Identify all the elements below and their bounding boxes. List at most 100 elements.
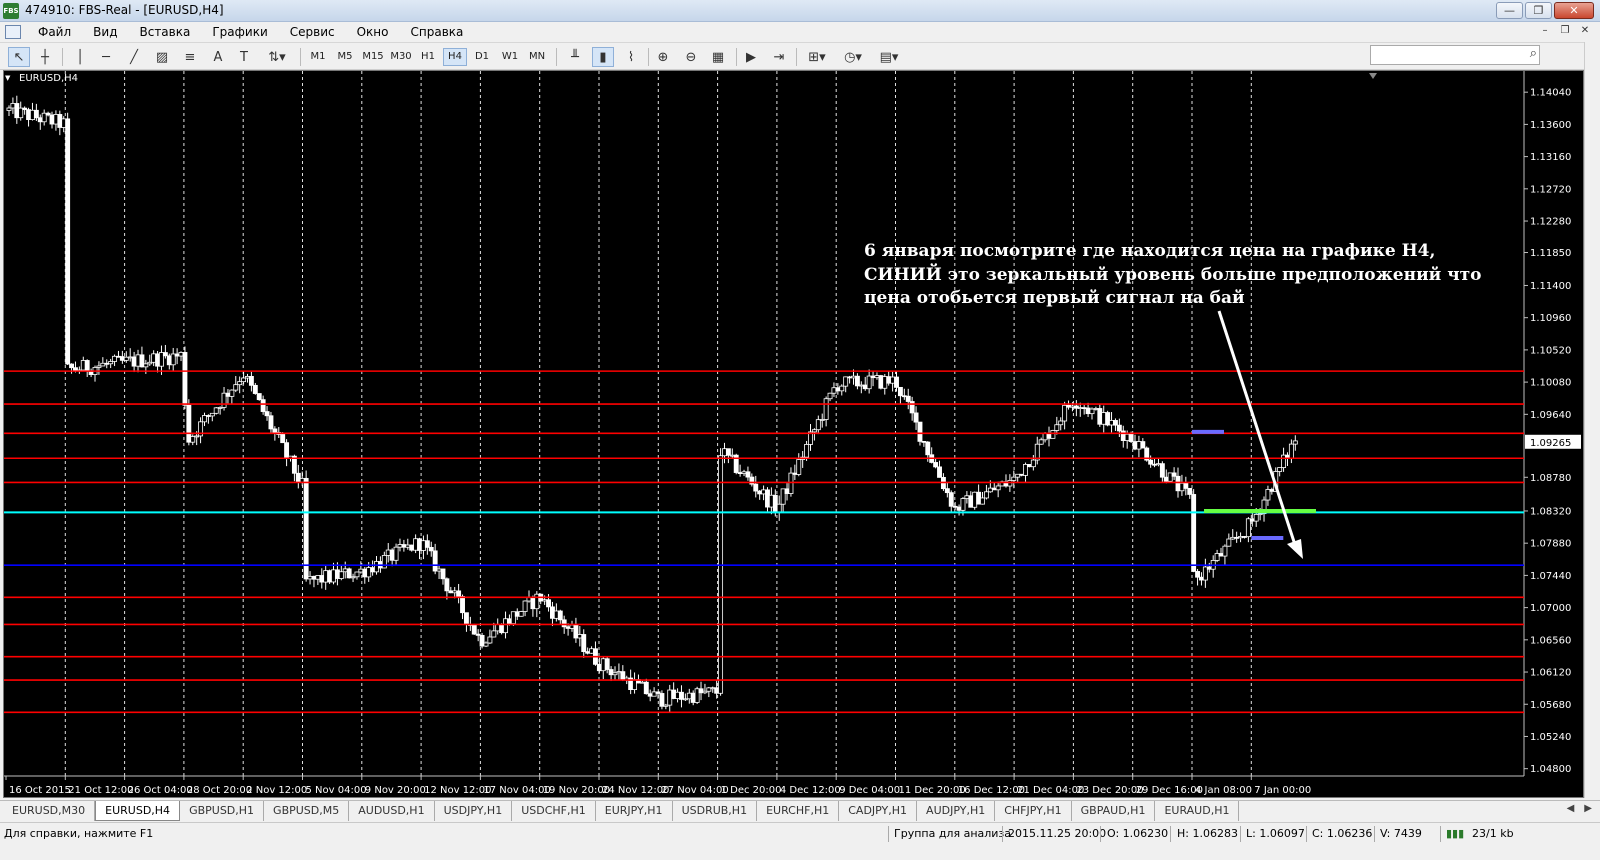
candle — [745, 471, 751, 478]
timeframe-m15[interactable]: M15 — [360, 48, 386, 66]
search-icon[interactable]: ⌕ — [1530, 46, 1537, 61]
price-tick-label: 1.08780 — [1530, 473, 1571, 484]
candle — [499, 624, 505, 634]
timeframe-m1[interactable]: M1 — [306, 48, 330, 66]
line-chart-icon[interactable]: ⌇ — [620, 47, 642, 67]
horizontal-line-icon[interactable]: ─ — [96, 47, 116, 67]
menu-insert[interactable]: Вставка — [128, 22, 201, 42]
traffic-icon: ▮▮▮ — [1446, 827, 1465, 840]
tab-scroll-left-icon[interactable]: ◀ — [1567, 803, 1575, 814]
channel-icon[interactable]: ▨ — [152, 47, 172, 67]
candle — [53, 114, 59, 125]
candle — [643, 681, 649, 695]
mdi-minimize-button[interactable]: – — [1538, 25, 1552, 38]
menu-tools[interactable]: Сервис — [279, 22, 346, 42]
tab-usdrub-h1[interactable]: USDRUB,H1 — [673, 801, 758, 821]
candle — [921, 440, 927, 443]
candle — [960, 498, 966, 511]
close-button[interactable]: ✕ — [1554, 2, 1594, 19]
timeframe-w1[interactable]: W1 — [498, 48, 522, 66]
tab-euraud-h1[interactable]: EURAUD,H1 — [1155, 801, 1240, 821]
vertical-line-icon[interactable]: │ — [70, 47, 90, 67]
candle — [1281, 454, 1287, 468]
tab-gbpusd-h1[interactable]: GBPUSD,H1 — [180, 801, 265, 821]
candle — [725, 448, 731, 456]
text-label-icon[interactable]: T — [234, 47, 254, 67]
menu-view[interactable]: Вид — [82, 22, 128, 42]
toolbar: ↖ ┼ │ ─ ╱ ▨ ≡ A T ⇅▾ M1 M5 M15 M30 H1 H4… — [0, 42, 1600, 70]
time-tick-label: 21 Dec 04:00 — [1017, 785, 1084, 796]
menu-help[interactable]: Справка — [400, 22, 475, 42]
candle — [972, 491, 978, 508]
timeframe-m30[interactable]: M30 — [388, 48, 414, 66]
bar-chart-icon[interactable]: ╨ — [564, 47, 586, 67]
tab-scroll-right-icon[interactable]: ▶ — [1584, 803, 1592, 814]
templates-icon[interactable]: ▤▾ — [874, 47, 904, 67]
price-tick-label: 1.10960 — [1530, 313, 1571, 324]
tile-icon[interactable]: ▦ — [707, 47, 729, 67]
menu-file[interactable]: Файл — [27, 22, 82, 42]
tab-cadjpy-h1[interactable]: CADJPY,H1 — [839, 801, 918, 821]
zoom-out-icon[interactable]: ⊖ — [680, 47, 702, 67]
tab-audusd-h1[interactable]: AUDUSD,H1 — [349, 801, 435, 821]
menu-window[interactable]: Окно — [346, 22, 400, 42]
tab-eurchf-h1[interactable]: EURCHF,H1 — [757, 801, 840, 821]
tab-eurusd-m30[interactable]: EURUSD,M30 — [3, 801, 96, 821]
candle — [702, 690, 708, 694]
candle — [1109, 420, 1114, 426]
tab-gbpusd-m5[interactable]: GBPUSD,M5 — [264, 801, 350, 821]
candle — [475, 633, 481, 636]
status-profile[interactable]: Группа для анализа — [894, 826, 1011, 842]
fibonacci-icon[interactable]: ≡ — [180, 47, 200, 67]
candle — [241, 377, 247, 383]
candle — [456, 590, 462, 597]
tab-eurjpy-h1[interactable]: EURJPY,H1 — [596, 801, 673, 821]
chart-shift-icon[interactable]: ⇥ — [768, 47, 790, 67]
tab-usdjpy-h1[interactable]: USDJPY,H1 — [435, 801, 513, 821]
timeframe-h4[interactable]: H4 — [443, 48, 467, 66]
maximize-button[interactable]: ❐ — [1525, 2, 1552, 19]
timeframe-mn[interactable]: MN — [525, 48, 549, 66]
tab-eurusd-h4[interactable]: EURUSD,H4 — [95, 801, 181, 821]
candle — [894, 376, 899, 388]
mdi-close-button[interactable]: ✕ — [1578, 25, 1592, 38]
tab-usdchf-h1[interactable]: USDCHF,H1 — [512, 801, 596, 821]
candle — [61, 118, 67, 128]
candles-icon[interactable]: ▮ — [592, 47, 614, 67]
chart-window[interactable]: 1.14040 1.13600 1.13160 1.12720 1.12280 1.118… — [3, 70, 1584, 798]
vertical-scrollbar[interactable] — [1584, 42, 1600, 798]
candle — [905, 395, 911, 402]
cursor-icon[interactable]: ↖ — [8, 47, 30, 67]
indicators-icon[interactable]: ⊞▾ — [802, 47, 832, 67]
timeframe-h1[interactable]: H1 — [416, 48, 440, 66]
autoscroll-icon[interactable]: ▶ — [740, 47, 762, 67]
candle — [952, 505, 958, 508]
candle — [479, 634, 485, 647]
menu-charts[interactable]: Графики — [201, 22, 278, 42]
arrow-head-icon — [1287, 539, 1303, 559]
candle — [14, 103, 20, 119]
trendline-icon[interactable]: ╱ — [124, 47, 144, 67]
candle — [123, 356, 129, 361]
document-icon[interactable] — [5, 25, 21, 39]
minimize-button[interactable]: — — [1496, 2, 1523, 19]
tab-chfjpy-h1[interactable]: CHFJPY,H1 — [995, 801, 1072, 821]
mdi-restore-button[interactable]: ❐ — [1558, 25, 1572, 38]
candle — [424, 540, 430, 548]
candle — [663, 704, 669, 707]
candle — [338, 571, 344, 579]
price-chart[interactable]: 1.14040 1.13600 1.13160 1.12720 1.12280 1.118… — [4, 71, 1585, 799]
search-input[interactable]: ⌕ — [1370, 45, 1540, 65]
timeframe-d1[interactable]: D1 — [470, 48, 494, 66]
crosshair-icon[interactable]: ┼ — [34, 47, 56, 67]
timeframe-m5[interactable]: M5 — [333, 48, 357, 66]
tab-audjpy-h1[interactable]: AUDJPY,H1 — [917, 801, 996, 821]
candle — [147, 361, 153, 365]
periods-icon[interactable]: ◷▾ — [838, 47, 868, 67]
arrows-icon[interactable]: ⇅▾ — [262, 47, 292, 67]
candle — [768, 494, 774, 508]
text-icon[interactable]: A — [208, 47, 228, 67]
tab-gbpaud-h1[interactable]: GBPAUD,H1 — [1072, 801, 1156, 821]
zoom-in-icon[interactable]: ⊕ — [652, 47, 674, 67]
candle — [225, 392, 231, 397]
